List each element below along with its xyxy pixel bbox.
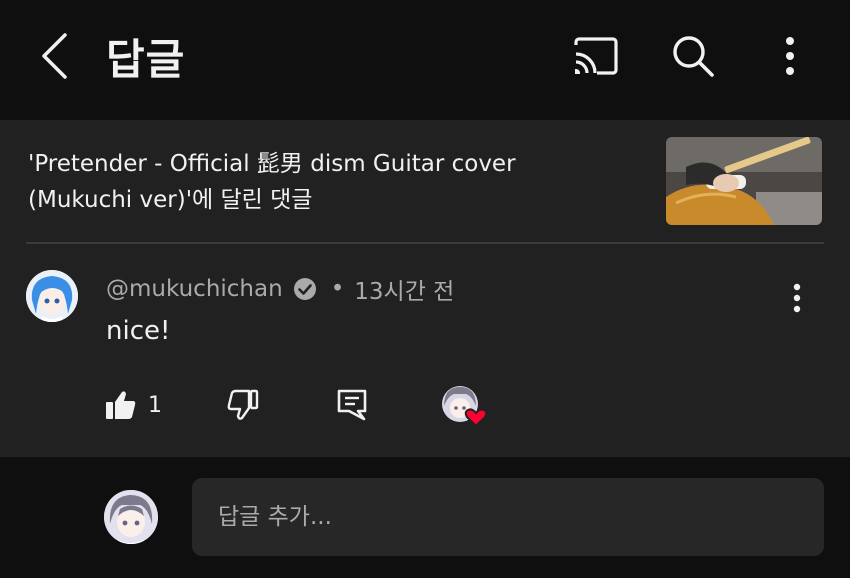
reply-button[interactable] <box>336 382 368 428</box>
anime-avatar-image <box>26 270 78 322</box>
search-icon <box>673 36 714 77</box>
video-context-title[interactable]: 'Pretender - Official 髭男 dism Guitar cov… <box>28 146 628 218</box>
thumbs-up-icon <box>106 391 136 419</box>
more-vert-icon <box>793 283 801 313</box>
user-avatar[interactable] <box>104 490 158 544</box>
dislike-button[interactable] <box>226 382 260 428</box>
back-button[interactable] <box>30 28 78 84</box>
creator-heart-badge[interactable] <box>440 384 492 430</box>
video-thumbnail[interactable] <box>666 137 822 225</box>
guitar-thumbnail-image <box>666 137 822 225</box>
divider <box>26 242 824 244</box>
more-options-button[interactable] <box>762 30 818 82</box>
comment-time: 13시간 전 <box>354 279 455 305</box>
meta-separator: • <box>330 276 345 302</box>
like-count: 1 <box>148 392 162 418</box>
user-avatar-image <box>104 490 158 544</box>
cast-icon <box>574 37 618 75</box>
cast-button[interactable] <box>568 30 624 82</box>
creator-avatar-with-heart-icon <box>442 386 488 428</box>
comment-author[interactable]: @mukuchichan <box>106 276 283 302</box>
like-button[interactable]: 1 <box>104 382 162 428</box>
comment-meta: @mukuchichan • 13시간 전 <box>106 272 454 306</box>
video-title-line1: 'Pretender - Official 髭男 dism Guitar cov… <box>28 151 516 177</box>
comment-reply-icon <box>337 389 367 421</box>
reply-input[interactable] <box>192 478 824 556</box>
thumbs-down-icon <box>227 389 259 420</box>
commenter-avatar[interactable] <box>26 270 78 322</box>
page-title: 답글 <box>106 35 186 84</box>
back-arrow-icon <box>42 33 67 79</box>
comment-text: nice! <box>106 316 171 346</box>
video-title-line2: (Mukuchi ver)'에 달린 댓글 <box>28 187 313 213</box>
verified-check-icon <box>293 278 316 300</box>
more-vert-icon <box>786 37 794 75</box>
comment-more-button[interactable] <box>780 280 814 316</box>
search-button[interactable] <box>665 30 721 82</box>
